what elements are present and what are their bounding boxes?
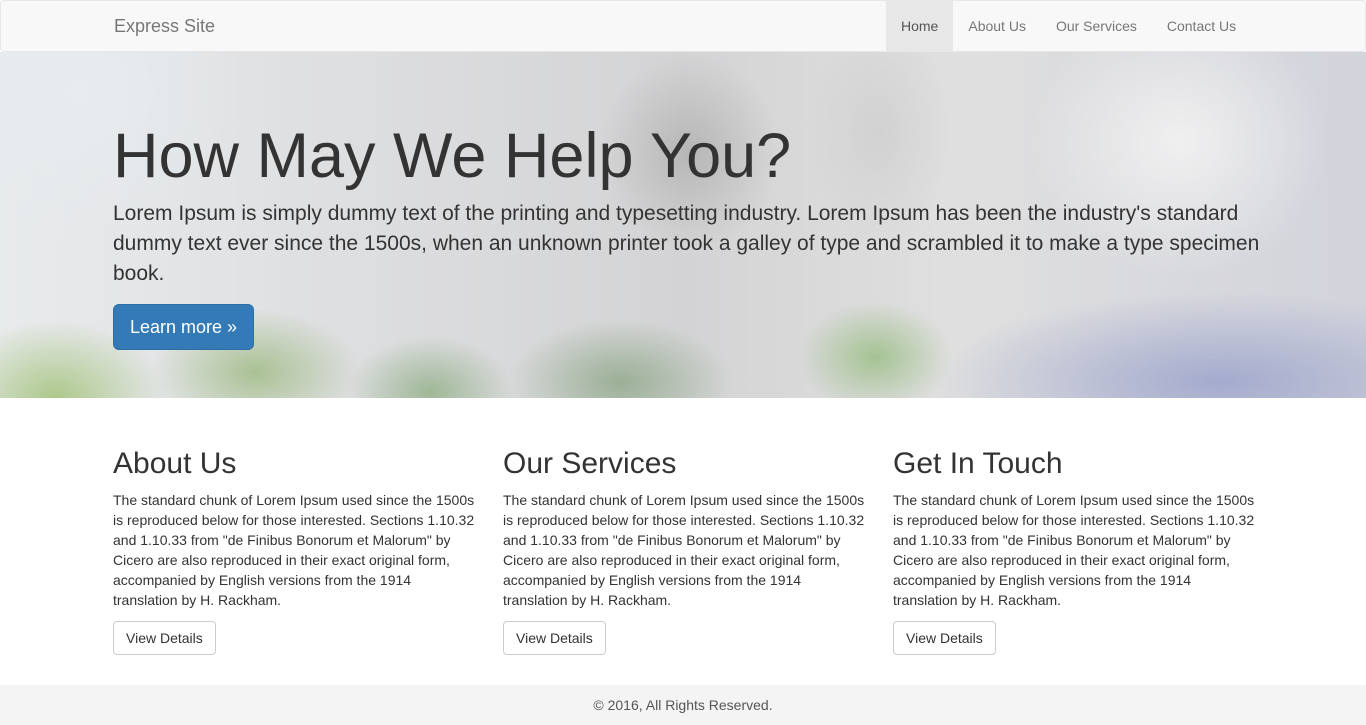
- feature-text: The standard chunk of Lorem Ipsum used s…: [893, 492, 1255, 608]
- nav-link-services[interactable]: Our Services: [1041, 1, 1152, 51]
- feature-title: Our Services: [503, 447, 677, 480]
- feature-title: About Us: [113, 447, 237, 480]
- navbar: Express Site Home About Us Our Services …: [0, 0, 1366, 52]
- copyright-text: © 2016, All Rights Reserved.: [593, 697, 773, 713]
- hero-jumbotron: How May We Help You? Lorem Ipsum is simp…: [0, 52, 1366, 398]
- hero-description: Lorem Ipsum is simply dummy text of the …: [113, 202, 1260, 285]
- nav-item-contact: Contact Us: [1152, 1, 1251, 51]
- learn-more-button[interactable]: Learn more »: [113, 304, 254, 350]
- feature-our-services: Our Services The standard chunk of Lorem…: [503, 444, 865, 655]
- feature-title: Get In Touch: [893, 447, 1063, 480]
- feature-about-us: About Us The standard chunk of Lorem Ips…: [113, 444, 475, 655]
- footer: © 2016, All Rights Reserved.: [0, 685, 1366, 725]
- nav-menu: Home About Us Our Services Contact Us: [886, 1, 1251, 51]
- nav-item-home: Home: [886, 1, 954, 51]
- view-details-button[interactable]: View Details: [113, 621, 216, 655]
- brand-link[interactable]: Express Site: [114, 16, 215, 37]
- nav-link-contact[interactable]: Contact Us: [1152, 1, 1251, 51]
- feature-text: The standard chunk of Lorem Ipsum used s…: [113, 492, 475, 608]
- feature-get-in-touch: Get In Touch The standard chunk of Lorem…: [893, 444, 1255, 655]
- nav-item-about: About Us: [953, 1, 1041, 51]
- nav-link-home[interactable]: Home: [886, 1, 954, 51]
- view-details-button[interactable]: View Details: [503, 621, 606, 655]
- nav-link-about[interactable]: About Us: [953, 1, 1041, 51]
- feature-text: The standard chunk of Lorem Ipsum used s…: [503, 492, 865, 608]
- hero-title: How May We Help You?: [113, 121, 792, 191]
- nav-item-services: Our Services: [1041, 1, 1152, 51]
- view-details-button[interactable]: View Details: [893, 621, 996, 655]
